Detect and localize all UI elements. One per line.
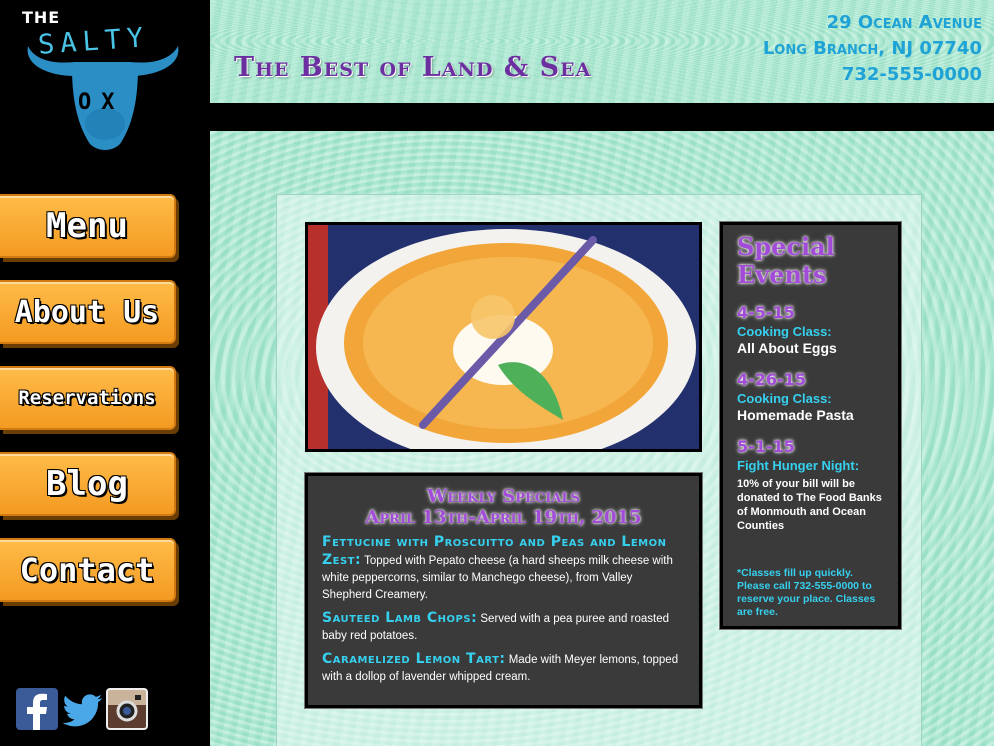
tagline: The Best of Land & Sea (234, 52, 592, 83)
facebook-icon[interactable] (16, 688, 58, 730)
sidebar: THE SALTY OX Menu About Us Reservations … (0, 0, 210, 746)
event-desc: Homemade Pasta (737, 407, 854, 423)
event-date: 5-1-15 (737, 437, 795, 456)
event-type: Fight Hunger Night: (737, 458, 860, 473)
nav-contact-button[interactable]: Contact (0, 538, 176, 602)
event-type: Cooking Class: (737, 324, 832, 339)
nav-menu-button[interactable]: Menu (0, 194, 176, 258)
header: The Best of Land & Sea 29 Ocean Avenue L… (210, 0, 994, 103)
special-item-name: Sauteed Lamb Chops: (322, 610, 478, 626)
address-line-2: Long Branch, NJ 07740 (762, 38, 982, 59)
events-note: *Classes fill up quickly. Please call 73… (737, 567, 876, 618)
weekly-specials-box: Weekly Specials April 13th-April 19th, 2… (305, 473, 702, 708)
nav-about-button[interactable]: About Us (0, 280, 176, 344)
special-item: Sauteed Lamb Chops: Served with a pea pu… (322, 610, 685, 645)
events-title-line1: Special (737, 232, 835, 261)
special-events-box: Special Events 4-5-15 Cooking Class: All… (720, 222, 901, 629)
nav-reservations-button[interactable]: Reservations (0, 366, 176, 430)
phone-number[interactable]: 732-555-0000 (763, 62, 982, 88)
salty-ox-logo[interactable]: THE SALTY OX (20, 6, 185, 156)
header-divider (210, 103, 994, 131)
event-desc: All About Eggs (737, 340, 837, 356)
logo-the-text: THE (22, 8, 61, 27)
weekly-specials-dates: April 13th-April 19th, 2015 (365, 507, 642, 528)
contact-info: 29 Ocean Avenue Long Branch, NJ 07740 73… (763, 10, 982, 88)
event-type: Cooking Class: (737, 391, 832, 406)
address-line-1: 29 Ocean Avenue (826, 12, 982, 33)
weekly-specials-title: Weekly Specials (427, 486, 580, 507)
special-item-name: Caramelized Lemon Tart: (322, 651, 506, 667)
creme-brulee-photo (305, 222, 702, 452)
event-date: 4-5-15 (737, 303, 795, 322)
events-title-line2: Events (737, 260, 827, 289)
special-item-desc: Topped with Pepato cheese (a hard sheeps… (322, 555, 673, 601)
logo-ox-text: OX (78, 90, 125, 115)
nav-blog-button[interactable]: Blog (0, 452, 176, 516)
twitter-icon[interactable] (62, 688, 104, 730)
event-desc: 10% of your bill will be donated to The … (737, 478, 882, 532)
instagram-icon[interactable] (106, 688, 148, 730)
event-date: 4-26-15 (737, 370, 806, 389)
special-item: Fettucine with Proscuitto and Peas and L… (322, 534, 685, 604)
special-item: Caramelized Lemon Tart: Made with Meyer … (322, 651, 685, 686)
